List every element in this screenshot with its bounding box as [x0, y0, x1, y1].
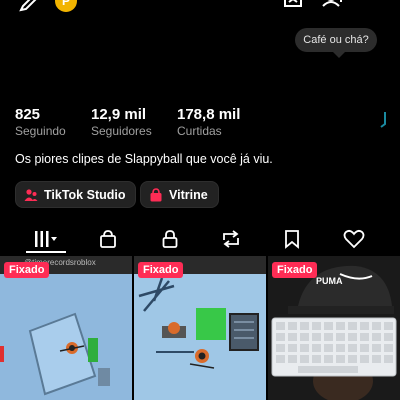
shop-bag-icon — [100, 230, 116, 248]
top-bar: P — [0, 0, 400, 16]
stat-value: 178,8 mil — [177, 106, 241, 123]
tab-liked[interactable] — [336, 222, 372, 256]
stat-label: Curtidas — [177, 124, 222, 138]
video-grid: Fixado @timerecordsroblox Fixado Fixado … — [0, 256, 400, 400]
shopping-bag-icon — [150, 187, 162, 201]
menu-icon[interactable] — [362, 0, 386, 12]
edit-pencil-icon[interactable] — [18, 0, 44, 12]
lock-icon — [162, 230, 178, 248]
bookmark-icon — [285, 230, 299, 249]
vitrine-label: Vitrine — [169, 187, 208, 202]
profile-bio: Os piores clipes de Slappyball que você … — [15, 152, 273, 166]
tiktok-studio-label: TikTok Studio — [44, 187, 126, 202]
studio-people-icon — [24, 188, 38, 201]
stat-followers[interactable]: 12,9 mil Seguidores — [91, 106, 152, 138]
stat-label: Seguindo — [15, 124, 66, 138]
stat-label: Seguidores — [91, 124, 152, 138]
pinned-badge: Fixado — [4, 262, 50, 278]
speech-bubble[interactable]: Café ou chá? — [295, 28, 377, 58]
pinned-badge: Fixado — [138, 262, 184, 278]
coin-icon[interactable]: P — [55, 0, 77, 12]
tiktok-studio-button[interactable]: TikTok Studio — [15, 181, 137, 208]
qr-code-icon[interactable] — [282, 0, 306, 12]
video-thumbnail[interactable]: Fixado @timerecordsroblox — [0, 256, 132, 400]
heart-icon — [343, 229, 365, 249]
cap-logo-text: PUMA — [316, 276, 343, 286]
video-thumbnail[interactable]: Fixado — [134, 256, 266, 400]
add-friend-icon[interactable] — [322, 0, 346, 12]
pinned-badge: Fixado — [272, 262, 318, 278]
side-indicator — [380, 112, 386, 128]
active-tab-indicator — [26, 251, 66, 253]
tab-private[interactable] — [152, 222, 188, 256]
tab-shop[interactable] — [90, 222, 126, 256]
vitrine-button[interactable]: Vitrine — [140, 181, 219, 208]
stat-value: 825 — [15, 106, 41, 123]
grid-icon — [35, 231, 57, 247]
stat-likes[interactable]: 178,8 mil Curtidas — [177, 106, 240, 138]
tab-favorites[interactable] — [274, 222, 310, 256]
repost-icon — [223, 230, 239, 248]
stat-following[interactable]: 825 Seguindo — [15, 106, 66, 138]
video-thumbnail[interactable]: Fixado PUMA — [268, 256, 400, 400]
stat-value: 12,9 mil — [91, 106, 147, 123]
tab-reposts[interactable] — [213, 222, 249, 256]
